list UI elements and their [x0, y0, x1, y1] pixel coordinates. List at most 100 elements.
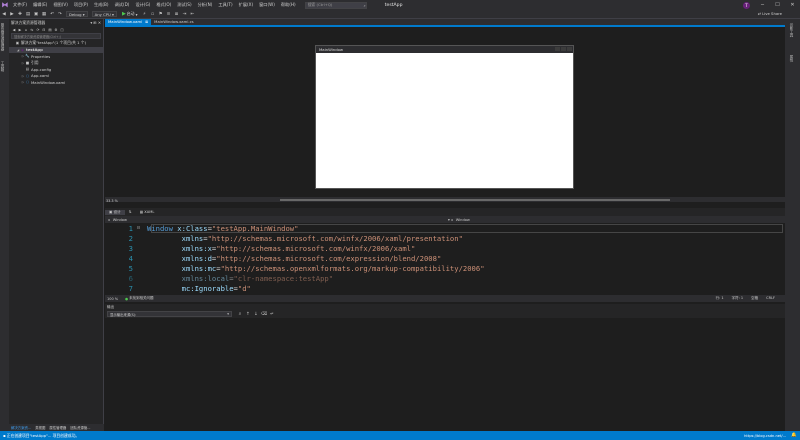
close-icon[interactable]: ✕ — [785, 0, 800, 10]
hot-reload-icon[interactable]: ⚡ — [141, 11, 148, 18]
menu-item[interactable]: 工具(T) — [215, 2, 235, 8]
menu-item[interactable]: 视图(V) — [50, 2, 71, 8]
prev-message-icon[interactable]: ↑ — [245, 311, 252, 318]
menu-item[interactable]: 帮助(H) — [278, 2, 299, 8]
show-all-files-icon[interactable]: ▤ — [48, 27, 53, 32]
uncomment-icon[interactable]: ≣ — [173, 11, 180, 18]
forward-icon[interactable]: ▶ — [18, 27, 23, 32]
indent-icon[interactable]: ⇥ — [181, 11, 188, 18]
notification-bell-icon[interactable]: 🔔 — [791, 433, 797, 438]
element-crumb-right[interactable]: ▾ ▫ Window — [445, 218, 470, 222]
platform-select[interactable]: Any CPU ▾ — [91, 11, 117, 17]
designer-close-icon — [567, 47, 572, 51]
find-message-icon[interactable]: ⌕ — [237, 311, 244, 318]
output-source-select[interactable]: 显示输出来源(S): ▾ — [107, 311, 232, 317]
code-line[interactable]: 3 xmlns:x = "http://schemas.microsoft.com/… — [105, 243, 785, 253]
code-line[interactable]: 5 xmlns:mc = "http://schemas.openxmlformat… — [105, 263, 785, 273]
preview-icon[interactable]: ◫ — [60, 27, 65, 32]
menu-item[interactable]: 格式(O) — [153, 2, 174, 8]
panel-options-icon[interactable]: ▾ ⊞ ✕ — [90, 20, 101, 25]
comment-icon[interactable]: ≡ — [165, 11, 172, 18]
issues-indicator[interactable]: ● 未找到相关问题 — [125, 296, 154, 301]
whitespace-mode[interactable]: 空格 — [751, 296, 758, 301]
forward-icon[interactable]: ▶ — [9, 11, 16, 18]
back-icon[interactable]: ◀ — [1, 11, 8, 18]
undo-icon[interactable]: ↶ — [49, 11, 56, 18]
document-tab[interactable]: MainWindow.xaml ⊠ — [105, 18, 152, 25]
home-icon[interactable]: ⌂ — [24, 27, 29, 32]
element-crumb-left[interactable]: ▫ Window — [105, 218, 445, 222]
menu-item[interactable]: 生成(B) — [91, 2, 112, 8]
code-token: "http://schemas.microsoft.com/winfx/2006… — [216, 243, 416, 253]
menu-item[interactable]: 分析(N) — [195, 2, 216, 8]
code-token: "http://schemas.microsoft.com/expression… — [216, 253, 442, 263]
designer-horizontal-scrollbar[interactable]: 33.3 % — [105, 197, 785, 203]
solution-config-select[interactable]: Debug ▾ — [66, 11, 88, 17]
back-icon[interactable]: ◀ — [12, 27, 17, 32]
document-tab[interactable]: MainWindow.xaml.cs — [151, 19, 200, 26]
title-bar: ⧓ 文件(F) 编辑(E) 视图(V) 项目(P) 生成(B) 调试(D) 设计(G) 格式(… — [0, 0, 800, 10]
tab-xaml[interactable]: ▦ XAML — [136, 210, 159, 214]
redo-icon[interactable]: ↷ — [57, 11, 64, 18]
swap-panes-icon[interactable]: ⇅ — [125, 210, 136, 214]
toolbox-tab[interactable]: 工具箱 — [1, 61, 6, 72]
code-token: xmlns — [147, 233, 204, 243]
save-all-icon[interactable]: ▦ — [41, 11, 48, 18]
live-share-button[interactable]: ⇄ Live Share — [758, 11, 782, 16]
code-lines: 1 ⊟ Window x:Class = "testApp.MainWindow" 2 x… — [105, 223, 785, 293]
properties-tab[interactable]: 属性 — [790, 55, 795, 62]
toolbar-misc-icon[interactable]: ▫ — [149, 11, 156, 18]
code-line[interactable]: 6 xmlns:local = "clr-namespace:testApp" — [105, 273, 785, 283]
outdent-icon[interactable]: ⇤ — [189, 11, 196, 18]
menu-item[interactable]: 项目(P) — [71, 2, 91, 8]
menu-item[interactable]: 设计(G) — [132, 2, 153, 8]
save-icon[interactable]: ▣ — [33, 11, 40, 18]
menu-item[interactable]: 文件(F) — [10, 2, 30, 8]
tab-solution-bottom[interactable]: 团队资源管... — [68, 424, 92, 431]
designer-scroll-thumb[interactable] — [280, 198, 670, 201]
line-ending[interactable]: CRLF — [766, 296, 775, 301]
word-wrap-icon[interactable]: ↵ — [269, 311, 276, 318]
code-line[interactable]: 2 xmlns = "http://schemas.microsoft.com/wi… — [105, 233, 785, 243]
clear-all-icon[interactable]: ⌫ — [261, 311, 268, 318]
menu-item[interactable]: 测试(S) — [174, 2, 194, 8]
search-input[interactable]: 搜索 (Ctrl+Q) ⌕ — [304, 1, 367, 9]
tab-solution-bottom[interactable]: 类视图 — [33, 424, 47, 431]
visual-studio-logo-icon[interactable]: ⧓ — [0, 0, 10, 10]
xaml-designer[interactable]: MainWindow 33.3 % — [105, 27, 790, 203]
maximize-icon[interactable]: ☐ — [770, 0, 785, 10]
collapse-region-icon[interactable]: ⊟ — [137, 225, 147, 231]
line-number-gutter: 3 — [128, 243, 133, 253]
open-folder-icon[interactable]: ▤ — [25, 11, 32, 18]
collapse-all-icon[interactable]: ⊟ — [42, 27, 47, 32]
start-debug-button[interactable]: ▶ 启动 ▾ — [122, 11, 138, 17]
menu-item[interactable]: 调试(D) — [112, 2, 133, 8]
tree-item[interactable]: ▷ ▯ MainWindow.xaml — [9, 79, 103, 86]
menu-item[interactable]: 窗口(W) — [256, 2, 278, 8]
server-explorer-tab[interactable]: 服务器资源管理器 — [1, 23, 6, 51]
diagnostic-tools-tab[interactable]: 诊断工具 — [790, 23, 795, 37]
live-share-label: Live Share — [762, 11, 782, 16]
document-tab-label: MainWindow.xaml.cs — [154, 19, 194, 25]
code-line[interactable]: 4 xmlns:d = "http://schemas.microsoft.com/… — [105, 253, 785, 263]
solution-search-input[interactable]: 搜索解决方案资源管理器(Ctrl+;) — [11, 33, 101, 39]
switch-views-icon[interactable]: ⇆ — [30, 27, 35, 32]
designer-window-preview[interactable]: MainWindow — [315, 45, 574, 189]
code-line[interactable]: 7 mc:Ignorable = "d" — [105, 283, 785, 293]
bookmark-icon[interactable]: ⚑ — [157, 11, 164, 18]
menu-item[interactable]: 扩展(X) — [236, 2, 257, 8]
xaml-code-editor[interactable]: 1 ⊟ Window x:Class = "testApp.MainWindow" 2 x… — [105, 223, 790, 295]
user-avatar[interactable]: T — [743, 1, 750, 9]
pending-changes-icon[interactable]: ⟳ — [36, 27, 41, 32]
designer-zoom-select[interactable]: 33.3 % — [106, 199, 118, 203]
minimize-icon[interactable]: ─ — [755, 0, 770, 10]
menu-item[interactable]: 编辑(E) — [30, 2, 50, 8]
editor-zoom-select[interactable]: 100 % — [105, 297, 125, 301]
close-tab-icon[interactable]: ⊠ — [145, 20, 148, 24]
tab-solution-bottom[interactable]: 解决方案资... — [9, 424, 33, 431]
next-message-icon[interactable]: ↓ — [253, 311, 260, 318]
properties-icon[interactable]: ⚙ — [54, 27, 59, 32]
new-item-icon[interactable]: ✚ — [17, 11, 24, 18]
tab-solution-bottom[interactable]: 属性管理器 — [47, 424, 68, 431]
tab-design[interactable]: ▣ 设计 — [105, 209, 125, 215]
